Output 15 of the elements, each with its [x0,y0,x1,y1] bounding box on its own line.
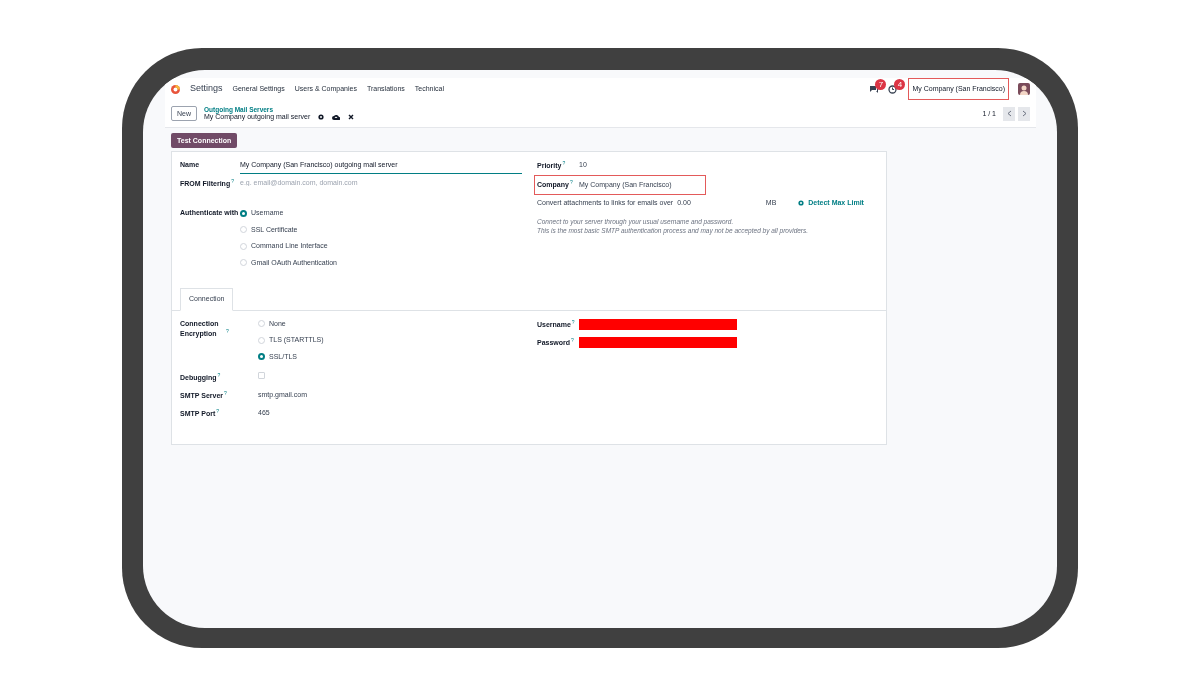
chevron-right-icon[interactable] [1021,110,1027,117]
avatar-icon[interactable] [1018,83,1030,95]
app-name[interactable]: Settings [190,82,223,96]
notification-badge: 4 [894,78,906,90]
radio-button[interactable] [258,353,265,361]
close-icon[interactable] [348,114,355,121]
previous-button[interactable] [1003,106,1015,121]
chevron-left-icon[interactable] [1006,110,1012,117]
next-button[interactable] [1018,106,1030,121]
app-logo-icon [171,84,180,94]
debugging-checkbox[interactable] [258,372,265,379]
clock-icon[interactable] [888,84,898,94]
notification-badge: 7 [875,78,887,90]
cloud-upload-icon[interactable] [332,114,341,121]
radio-button[interactable] [240,209,247,217]
